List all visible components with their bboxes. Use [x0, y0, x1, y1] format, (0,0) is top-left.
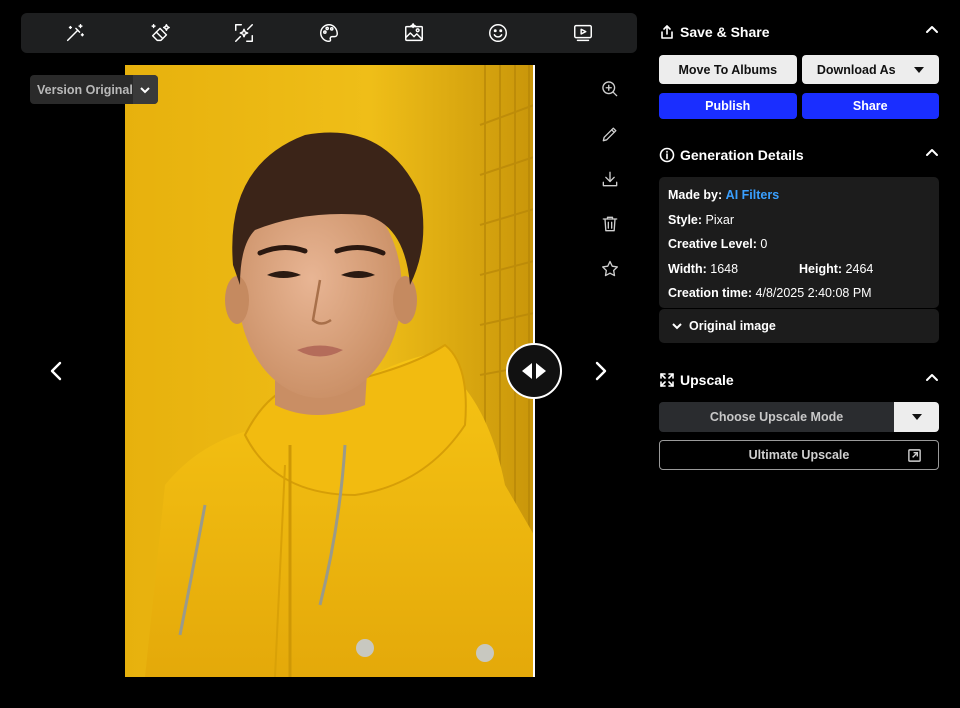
pencil-icon[interactable]	[597, 121, 623, 147]
move-to-albums-button[interactable]: Move To Albums	[659, 55, 797, 84]
upscale-mode-select[interactable]: Choose Upscale Mode	[659, 402, 894, 432]
save-share-header[interactable]: Save & Share	[659, 21, 939, 43]
height-value: 2464	[845, 261, 874, 276]
generation-details-title: Generation Details	[680, 147, 804, 163]
caret-down-icon	[913, 66, 924, 73]
style-key: Style:	[668, 212, 703, 227]
ultimate-upscale-label: Ultimate Upscale	[748, 448, 850, 462]
creation-time-value: 4/8/2025 2:40:08 PM	[755, 286, 872, 301]
upscale-mode-dropdown-button[interactable]	[894, 402, 939, 432]
height-key: Height:	[799, 261, 843, 276]
expand-sparkle-icon[interactable]	[230, 19, 258, 47]
magic-wand-icon[interactable]	[61, 19, 89, 47]
eraser-sparkle-icon[interactable]	[146, 19, 174, 47]
version-label: Version Original	[37, 82, 133, 97]
arrow-right-icon	[536, 363, 546, 379]
save-share-title: Save & Share	[680, 24, 770, 40]
download-as-label: Download As	[816, 62, 896, 77]
style-value: Pixar	[705, 212, 735, 227]
generation-details-header[interactable]: Generation Details	[659, 144, 939, 166]
chevron-left-icon	[50, 361, 62, 381]
creation-time-key: Creation time:	[668, 286, 753, 301]
image-actions	[597, 76, 623, 301]
trash-icon[interactable]	[597, 211, 623, 237]
version-dropdown[interactable]: Version Original	[30, 75, 158, 104]
star-icon[interactable]	[597, 256, 623, 282]
original-image-label: Original image	[689, 319, 776, 333]
info-icon	[659, 147, 675, 163]
zoom-in-icon[interactable]	[597, 76, 623, 102]
upscale-header[interactable]: Upscale	[659, 369, 939, 391]
chevron-up-icon[interactable]	[925, 146, 939, 165]
next-image-button[interactable]	[589, 356, 613, 386]
download-icon[interactable]	[597, 166, 623, 192]
original-image-toggle[interactable]: Original image	[659, 309, 939, 343]
chevron-up-icon[interactable]	[925, 23, 939, 42]
made-by-link[interactable]: AI Filters	[726, 188, 780, 202]
previous-image-button[interactable]	[44, 356, 68, 386]
made-by-key: Made by:	[668, 188, 723, 203]
arrow-left-icon	[522, 363, 532, 379]
publish-button[interactable]: Publish	[659, 93, 797, 119]
chevron-down-icon	[132, 75, 158, 104]
smiley-icon[interactable]	[484, 19, 512, 47]
share-button[interactable]: Share	[801, 93, 939, 119]
download-as-button[interactable]: Download As	[801, 55, 939, 84]
video-play-icon[interactable]	[569, 19, 597, 47]
generation-details-box: Made by: AI Filters Style: Pixar Creativ…	[659, 177, 939, 308]
compare-slider-handle[interactable]	[506, 343, 562, 399]
share-upload-icon	[659, 24, 675, 40]
creative-level-key: Creative Level:	[668, 237, 757, 252]
width-key: Width:	[668, 261, 707, 276]
width-value: 1648	[710, 261, 739, 276]
palette-icon[interactable]	[315, 19, 343, 47]
generated-image	[125, 65, 534, 677]
chevron-right-icon	[595, 361, 607, 381]
creative-level-value: 0	[760, 237, 768, 252]
chevron-down-icon	[672, 323, 682, 330]
chevron-up-icon[interactable]	[925, 371, 939, 390]
upscale-title: Upscale	[680, 372, 734, 388]
caret-down-icon	[911, 414, 922, 420]
image-landscape-icon[interactable]	[400, 19, 428, 47]
expand-arrows-icon	[659, 372, 675, 388]
edit-toolbar	[21, 13, 637, 53]
external-link-icon	[908, 449, 921, 462]
ultimate-upscale-button[interactable]: Ultimate Upscale	[659, 440, 939, 470]
